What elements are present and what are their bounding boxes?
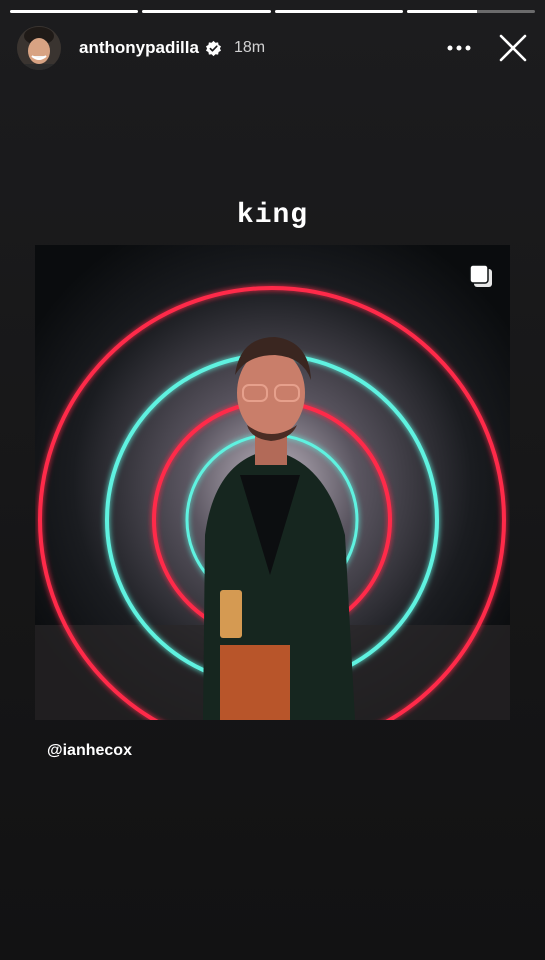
more-horizontal-icon <box>447 45 471 51</box>
multiple-posts-icon <box>469 264 492 287</box>
verified-badge-icon <box>205 40 221 56</box>
close-button[interactable] <box>493 28 533 68</box>
progress-segment <box>406 10 535 13</box>
mention-tag[interactable]: @ianhecox <box>47 742 132 760</box>
post-image <box>35 245 510 720</box>
more-options-button[interactable] <box>439 28 479 68</box>
username[interactable]: anthonypadilla <box>79 38 199 58</box>
story-header: anthonypadilla 18m <box>17 26 533 70</box>
shared-post[interactable] <box>35 245 510 720</box>
timestamp: 18m <box>233 39 266 56</box>
avatar[interactable] <box>17 26 61 70</box>
close-icon <box>499 34 527 62</box>
story-progress-bar <box>10 10 535 13</box>
progress-segment <box>10 10 139 13</box>
progress-segment <box>274 10 403 13</box>
progress-segment <box>142 10 271 13</box>
story-caption: king <box>236 200 309 231</box>
